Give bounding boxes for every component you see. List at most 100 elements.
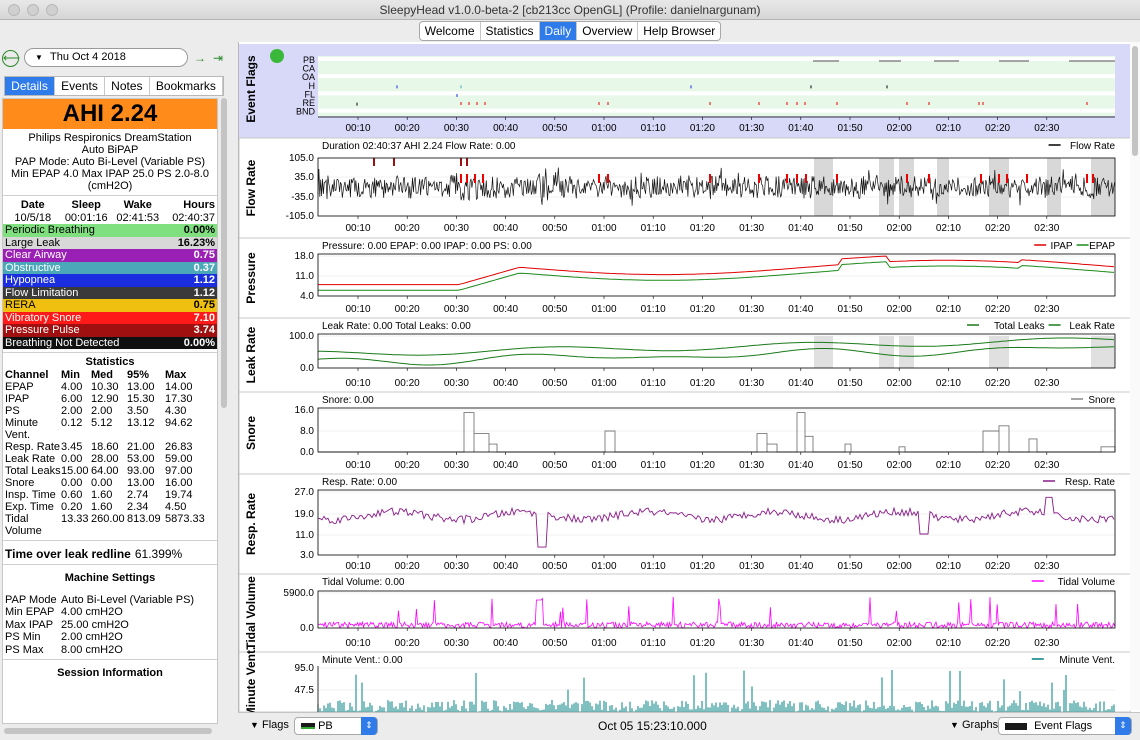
scroll-thumb[interactable] <box>221 98 227 408</box>
stats-cell: 4.50 <box>165 501 187 513</box>
time-tick-label: 00:10 <box>345 561 370 572</box>
forward-arrow-icon[interactable]: → <box>192 50 208 66</box>
tab-details[interactable]: Details <box>5 77 55 95</box>
flow-ytick: 35.0 <box>295 172 315 183</box>
time-tick-label: 02:20 <box>985 561 1010 572</box>
event-row[interactable]: Vibratory Snore 7.10 <box>3 311 217 324</box>
graphs-toggle-icon[interactable]: ▼ <box>950 720 959 730</box>
stats-cell: 12.90 <box>91 393 119 405</box>
time-tick-label: 02:10 <box>936 561 961 572</box>
stats-cell: 53.00 <box>127 453 155 465</box>
back-arrow-icon[interactable]: ⟵ <box>2 50 20 67</box>
minute-ytick: 47.5 <box>295 685 315 696</box>
time-tick-label: 02:00 <box>887 638 912 649</box>
time-tick-label: 00:30 <box>444 638 469 649</box>
flags-select-value: PB <box>318 720 333 732</box>
flags-select[interactable]: PB ⇕ <box>294 717 378 735</box>
event-value: 0.00% <box>183 224 215 236</box>
stats-cell: 0.20 <box>61 501 83 513</box>
tab-notes[interactable]: Notes <box>105 77 150 95</box>
stats-cell: 0.00 <box>61 453 83 465</box>
time-tick-label: 01:50 <box>837 304 862 315</box>
leak-redline-row: Time over leak redline 61.399% <box>3 544 217 561</box>
setting-name: Min EPAP <box>5 606 55 618</box>
stats-cell: Max <box>165 369 187 381</box>
stats-cell: Exp. Time <box>5 501 54 513</box>
flags-toggle-icon[interactable]: ▼ <box>250 720 259 730</box>
event-row[interactable]: Hypopnea 1.12 <box>3 274 217 287</box>
pressure-legend-label: EPAP <box>1089 241 1115 252</box>
setting-row: Min EPAP 4.00 cmH2O <box>3 606 217 619</box>
time-tick-label: 01:00 <box>591 223 616 234</box>
snore-ylabel: Snore <box>244 416 258 450</box>
sleep-value: 02:41:53 <box>116 211 160 224</box>
flag-row-label: BND <box>296 107 316 117</box>
stats-cell: EPAP <box>5 381 34 393</box>
stats-row: Snore 0.00 0.00 13.00 16.00 <box>3 477 217 489</box>
event-value: 16.23% <box>177 236 215 249</box>
title-bar: SleepyHead v1.0.0-beta-2 [cb213cc OpenGL… <box>0 0 1140 20</box>
resp-legend-label: Resp. Rate <box>1065 477 1115 488</box>
jump-end-icon[interactable]: ⇥ <box>210 50 226 66</box>
time-tick-label: 02:20 <box>985 638 1010 649</box>
app-window: SleepyHead v1.0.0-beta-2 [cb213cc OpenGL… <box>0 0 1140 740</box>
details-hscrollbar[interactable] <box>4 728 212 734</box>
event-row[interactable]: Flow Limitation 1.12 <box>3 286 217 299</box>
tab-statistics[interactable]: Statistics <box>481 22 540 40</box>
scroll-thumb[interactable] <box>1132 46 1138 156</box>
event-row[interactable]: RERA 0.75 <box>3 299 217 312</box>
flow-ylabel: Flow Rate <box>244 159 258 216</box>
time-tick-label: 02:30 <box>1034 304 1059 315</box>
event-name: Breathing Not Detected <box>5 336 120 349</box>
leak-legend-label: Leak Rate <box>1069 321 1115 332</box>
time-tick-label: 00:20 <box>395 123 420 134</box>
tab-daily[interactable]: Daily <box>539 22 578 40</box>
stats-cell: 15.00 <box>61 465 89 477</box>
time-tick-label: 01:40 <box>788 460 813 471</box>
event-row[interactable]: Breathing Not Detected 0.00% <box>3 336 217 349</box>
graph-scrollbar[interactable] <box>1130 42 1140 710</box>
leak-ytick: 100.0 <box>289 331 314 342</box>
date-value: Thu Oct 4 2018 <box>49 51 126 63</box>
flag-row-band <box>318 74 1115 79</box>
tab-help-browser[interactable]: Help Browser <box>638 22 720 40</box>
divider <box>3 352 217 353</box>
graphs-select-value: Event Flags <box>1034 720 1093 732</box>
panel-splitter[interactable] <box>233 42 237 740</box>
time-tick-label: 00:30 <box>444 561 469 572</box>
time-tick-label: 00:40 <box>493 561 518 572</box>
setting-row: PAP Mode Auto Bi-Level (Variable PS) <box>3 594 217 607</box>
statistics-table: Statistics Channel Min Med 95% Max EPAP 4.00 10… <box>3 356 217 537</box>
tab-welcome[interactable]: Welcome <box>420 22 481 40</box>
pressure-unit: (cmH2O) <box>87 180 133 192</box>
stats-cell: 97.00 <box>165 465 193 477</box>
event-row[interactable]: Pressure Pulse 3.74 <box>3 324 217 337</box>
date-picker[interactable]: ▼ Thu Oct 4 2018 <box>24 48 188 67</box>
setting-value: 25.00 cmH2O <box>61 618 129 631</box>
stats-cell: Tidal Volume <box>5 513 42 537</box>
time-tick-label: 01:40 <box>788 378 813 389</box>
stats-cell: 94.62 <box>165 417 193 429</box>
tab-bookmarks[interactable]: Bookmarks <box>150 77 224 95</box>
time-tick-label: 00:10 <box>345 378 370 389</box>
event-value: 7.10 <box>193 311 215 324</box>
event-row[interactable]: Large Leak 16.23% <box>3 236 217 249</box>
time-tick-label: 02:00 <box>887 123 912 134</box>
pushpin-icon[interactable] <box>270 49 284 63</box>
graphs-canvas: Event Flags PBCAOAHFLREBND00:10 00:20 00:30… <box>239 44 1132 712</box>
setting-name: PS Min <box>5 631 41 643</box>
tab-overview[interactable]: Overview <box>577 22 639 40</box>
event-row[interactable]: Obstructive 0.37 <box>3 261 217 274</box>
stats-cell: 4.00 <box>61 381 83 393</box>
event-row[interactable]: Clear Airway 0.75 <box>3 249 217 262</box>
event-row[interactable]: Periodic Breathing 0.00% <box>3 224 217 237</box>
tab-events[interactable]: Events <box>55 77 105 95</box>
time-tick-label: 00:30 <box>444 304 469 315</box>
graphs-select[interactable]: Event Flags ⇕ <box>998 717 1132 735</box>
setting-row: PS Max 8.00 cmH2O <box>3 644 217 657</box>
time-tick-label: 01:30 <box>739 460 764 471</box>
time-tick-label: 01:10 <box>641 638 666 649</box>
stats-cell: 13.00 <box>127 477 155 489</box>
machine-name: Philips Respironics DreamStation <box>28 132 192 144</box>
details-scrollbar[interactable] <box>220 98 228 724</box>
